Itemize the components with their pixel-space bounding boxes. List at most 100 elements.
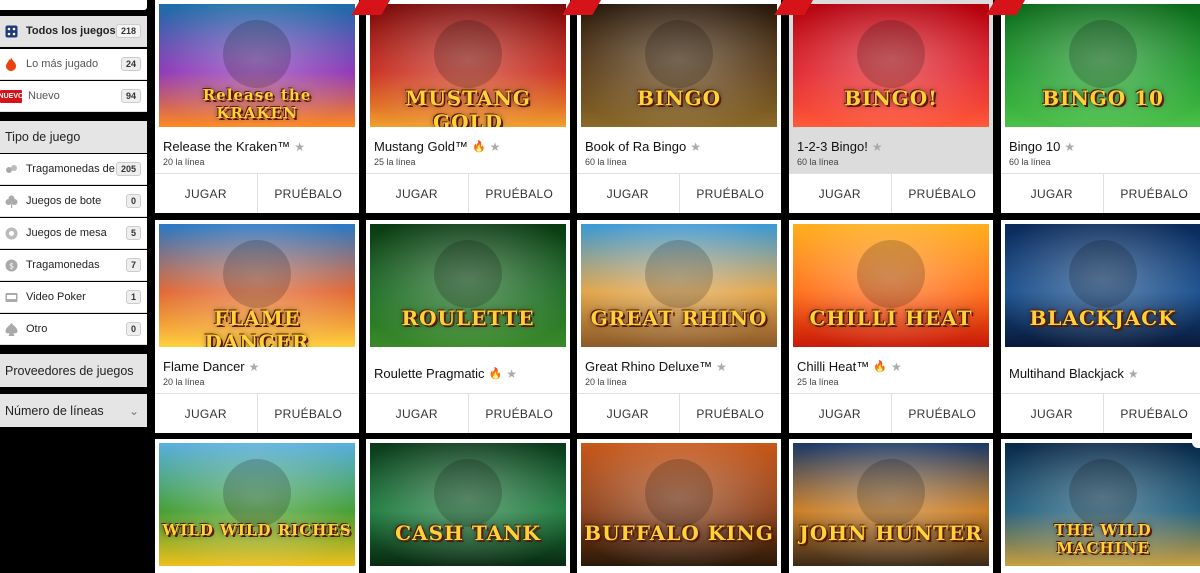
game-card[interactable]: BINGO! 1-2-3 Bingo! ★ 60 la línea JUGAR …	[774, 0, 994, 213]
filter-sidebar: Todos los juegos 218 Lo más jugado 24 NU…	[0, 0, 147, 573]
demo-button[interactable]: PRUÉBALO	[1102, 174, 1200, 213]
game-title: Chilli Heat™	[797, 359, 870, 374]
game-thumbnail[interactable]: BINGO	[581, 4, 777, 127]
play-button[interactable]: JUGAR	[366, 174, 468, 213]
count-badge: 24	[120, 57, 141, 71]
game-card[interactable]: ROULETTE Roulette Pragmatic 🔥 ★ JUGAR PR…	[366, 220, 570, 433]
favorite-star-icon[interactable]: ★	[294, 140, 305, 154]
game-thumbnail[interactable]: CHILLI HEAT	[793, 224, 989, 347]
game-card[interactable]: THE WILD MACHINE	[1001, 439, 1200, 573]
lines-header[interactable]: Número de líneas ⌄	[0, 394, 147, 427]
play-button[interactable]: JUGAR	[366, 394, 468, 433]
play-button[interactable]: JUGAR	[155, 174, 257, 213]
sidebar-item-new[interactable]: NUEVO Nuevo 94	[0, 81, 147, 112]
game-card[interactable]: CHILLI HEAT Chilli Heat™ 🔥 ★ 25 la línea…	[789, 220, 993, 433]
sidebar-item-slots[interactable]: $ Tragamonedas 7	[0, 250, 147, 281]
play-button[interactable]: JUGAR	[577, 394, 679, 433]
game-artwork-title: Release the KRAKEN	[202, 86, 312, 122]
game-name[interactable]: Great Rhino Deluxe™ ★	[585, 359, 727, 374]
game-thumbnail[interactable]: THE WILD MACHINE	[1005, 443, 1200, 566]
game-actions: JUGAR PRUÉBALO	[577, 393, 781, 433]
demo-button[interactable]: PRUÉBALO	[678, 394, 782, 433]
scroll-handle[interactable]	[1192, 404, 1200, 448]
favorite-star-icon[interactable]: ★	[249, 360, 260, 374]
play-button[interactable]: JUGAR	[1001, 174, 1103, 213]
game-artwork	[793, 443, 989, 566]
demo-button[interactable]: PRUÉBALO	[256, 394, 360, 433]
game-actions: JUGAR PRUÉBALO	[155, 173, 359, 213]
sidebar-item-table-games[interactable]: Juegos de mesa 5	[0, 218, 147, 249]
game-thumbnail[interactable]: MUSTANG GOLD	[370, 4, 566, 127]
roulette-icon	[4, 226, 18, 240]
game-thumbnail[interactable]: JOHN HUNTER	[793, 443, 989, 566]
play-button[interactable]: JUGAR	[155, 394, 257, 433]
sidebar-item-all-games[interactable]: Todos los juegos 218	[0, 16, 147, 47]
favorite-star-icon[interactable]: ★	[1064, 140, 1075, 154]
sidebar-item-video-slots[interactable]: Tragamonedas de 205	[0, 154, 147, 185]
fire-icon: 🔥	[873, 361, 887, 373]
game-artwork-title: CASH TANK	[395, 521, 541, 545]
game-name[interactable]: Release the Kraken™ ★	[163, 139, 305, 154]
demo-button[interactable]: PRUÉBALO	[256, 174, 360, 213]
favorite-star-icon[interactable]: ★	[690, 140, 701, 154]
demo-button[interactable]: PRUÉBALO	[467, 174, 571, 213]
sidebar-item-other[interactable]: Otro 0	[0, 314, 147, 345]
demo-button[interactable]: PRUÉBALO	[467, 394, 571, 433]
play-button[interactable]: JUGAR	[1001, 394, 1103, 433]
game-name[interactable]: Multihand Blackjack ★	[1009, 366, 1139, 381]
game-name[interactable]: Mustang Gold™ 🔥 ★	[374, 139, 500, 154]
favorite-star-icon[interactable]: ★	[872, 140, 883, 154]
game-card[interactable]: BINGO 10 Bingo 10 ★ 60 la línea JUGAR PR…	[986, 0, 1200, 213]
providers-header[interactable]: Proveedores de juegos	[0, 354, 147, 387]
game-thumbnail[interactable]: ROULETTE	[370, 224, 566, 347]
game-thumbnail[interactable]: Release the KRAKEN	[159, 4, 355, 127]
game-type-header[interactable]: Tipo de juego	[0, 121, 147, 153]
game-thumbnail[interactable]: BINGO 10	[1005, 4, 1200, 127]
game-thumbnail[interactable]: BINGO!	[793, 4, 989, 127]
demo-button[interactable]: PRUÉBALO	[890, 174, 994, 213]
game-card[interactable]: BINGO Book of Ra Bingo ★ 60 la línea JUG…	[562, 0, 782, 213]
play-button[interactable]: JUGAR	[789, 174, 891, 213]
play-button[interactable]: JUGAR	[789, 394, 891, 433]
play-button[interactable]: JUGAR	[577, 174, 679, 213]
favorite-star-icon[interactable]: ★	[490, 140, 501, 154]
game-card[interactable]: MUSTANG GOLD Mustang Gold™ 🔥 ★ 25 la lín…	[351, 0, 571, 213]
game-card[interactable]: FLAME DANCER Flame Dancer ★ 20 la línea …	[155, 220, 359, 433]
game-thumbnail[interactable]: FLAME DANCER	[159, 224, 355, 347]
sidebar-item-jackpot[interactable]: Juegos de bote 0	[0, 186, 147, 217]
game-card[interactable]: BUFFALO KING	[577, 439, 781, 573]
game-card[interactable]: CASH TANK	[366, 439, 570, 573]
demo-button[interactable]: PRUÉBALO	[678, 174, 782, 213]
demo-button[interactable]: PRUÉBALO	[890, 394, 994, 433]
game-title: Roulette Pragmatic	[374, 366, 485, 381]
game-card[interactable]: GREAT RHINO Great Rhino Deluxe™ ★ 20 la …	[577, 220, 781, 433]
game-name[interactable]: Chilli Heat™ 🔥 ★	[797, 359, 902, 374]
game-card[interactable]: JOHN HUNTER	[789, 439, 993, 573]
game-card[interactable]: Release the KRAKEN Release the Kraken™ ★…	[155, 0, 359, 213]
game-name[interactable]: Roulette Pragmatic 🔥 ★	[374, 366, 517, 381]
game-name[interactable]: 1-2-3 Bingo! ★	[797, 139, 883, 154]
game-name[interactable]: Flame Dancer ★	[163, 359, 259, 374]
game-thumbnail[interactable]: BLACKJACK	[1005, 224, 1200, 347]
favorite-star-icon[interactable]: ★	[1128, 367, 1139, 381]
favorite-star-icon[interactable]: ★	[716, 360, 727, 374]
game-thumbnail[interactable]: CASH TANK	[370, 443, 566, 566]
sidebar-item-most-played[interactable]: Lo más jugado 24	[0, 49, 147, 80]
sidebar-item-label: Lo más jugado	[26, 58, 99, 70]
game-card[interactable]: BLACKJACK Multihand Blackjack ★ JUGAR PR…	[1001, 220, 1200, 433]
demo-button[interactable]: PRUÉBALO	[1102, 394, 1200, 433]
game-thumbnail[interactable]: BUFFALO KING	[581, 443, 777, 566]
sidebar-item-label: Video Poker	[26, 291, 86, 303]
game-name[interactable]: Bingo 10 ★	[1009, 139, 1075, 154]
favorite-star-icon[interactable]: ★	[506, 367, 517, 381]
sidebar-item-video-poker[interactable]: Video Poker 1	[0, 282, 147, 313]
game-title: 1-2-3 Bingo!	[797, 139, 868, 154]
lines-title: Número de líneas	[5, 403, 104, 418]
game-thumbnail[interactable]: WILD WILD RICHES	[159, 443, 355, 566]
game-thumbnail[interactable]: GREAT RHINO	[581, 224, 777, 347]
game-card[interactable]: WILD WILD RICHES	[155, 439, 359, 573]
sidebar-item-label: Otro	[26, 323, 48, 335]
count-badge: 94	[120, 89, 141, 103]
favorite-star-icon[interactable]: ★	[891, 360, 902, 374]
game-name[interactable]: Book of Ra Bingo ★	[585, 139, 701, 154]
